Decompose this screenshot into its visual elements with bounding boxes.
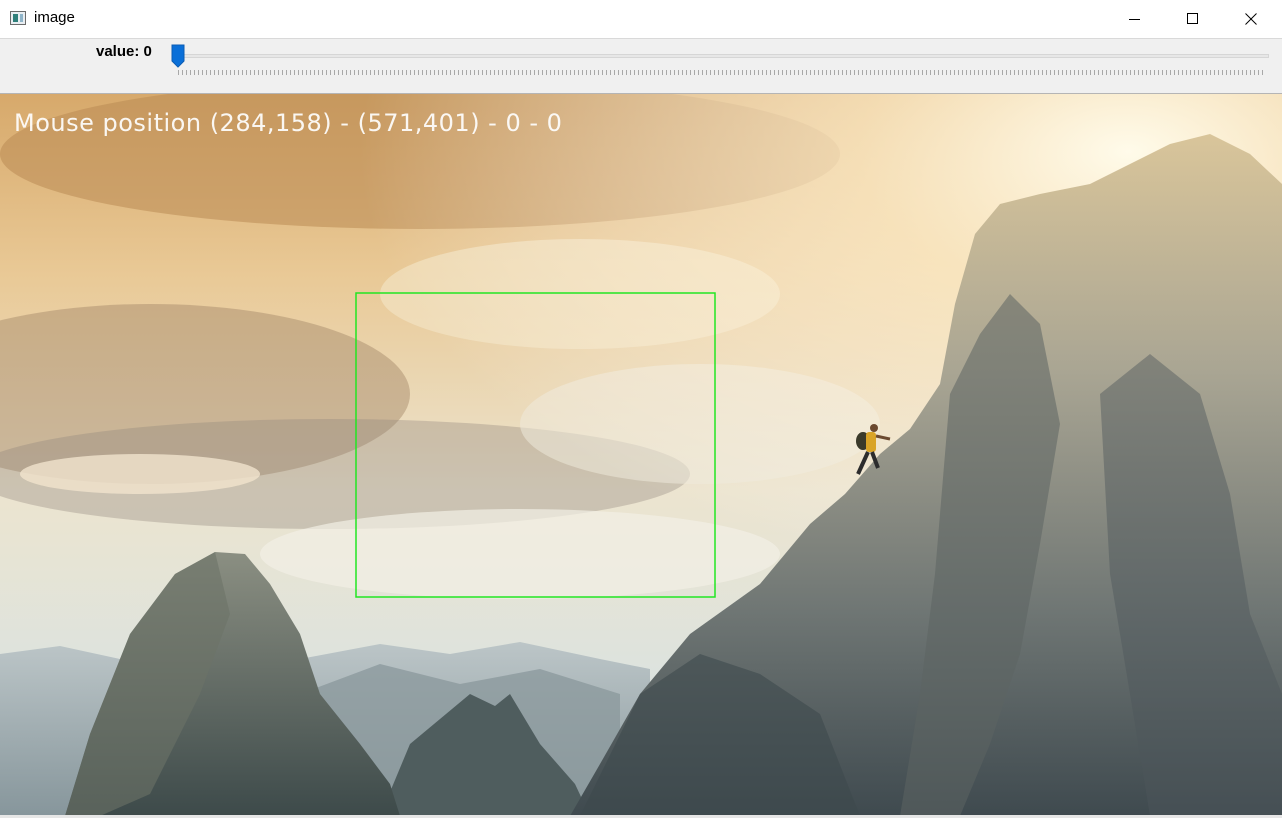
trackbar-label: value: 0 bbox=[96, 43, 152, 60]
maximize-button[interactable] bbox=[1164, 0, 1222, 38]
trackbar-channel[interactable] bbox=[178, 54, 1269, 58]
mouse-position-text: Mouse position (284,158) - (571,401) - 0… bbox=[14, 109, 563, 137]
title-bar: image bbox=[0, 0, 1282, 39]
trackbar-ticks bbox=[178, 70, 1265, 75]
image-canvas[interactable] bbox=[0, 93, 1282, 816]
trackbar-thumb[interactable] bbox=[171, 44, 185, 68]
minimize-icon bbox=[1129, 19, 1140, 20]
maximize-icon bbox=[1187, 13, 1198, 24]
opencv-window-icon bbox=[10, 11, 26, 25]
window-title: image bbox=[34, 9, 75, 26]
trackbar-panel: value: 0 bbox=[0, 39, 1282, 93]
minimize-button[interactable] bbox=[1106, 0, 1164, 38]
close-icon bbox=[1245, 13, 1257, 25]
close-button[interactable] bbox=[1222, 0, 1280, 38]
